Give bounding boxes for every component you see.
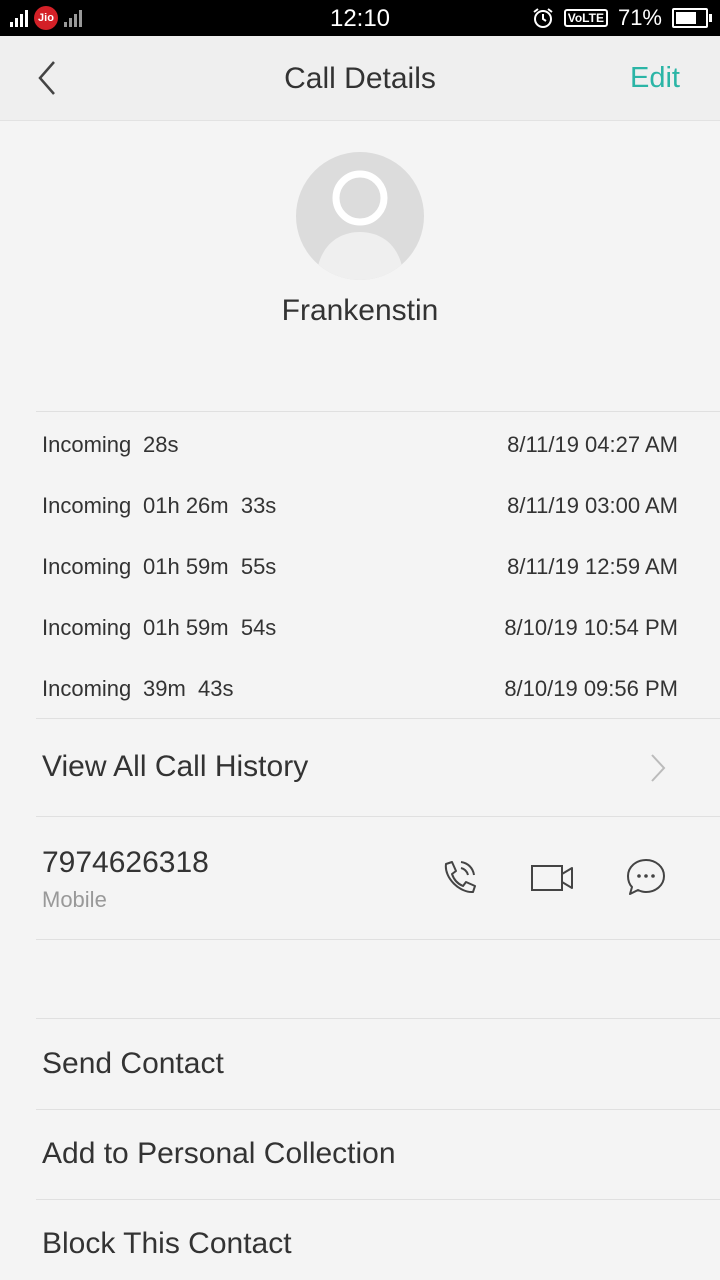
call-timestamp: 8/11/19 12:59 AM	[507, 554, 678, 579]
divider	[36, 1018, 720, 1019]
phone-number: 7974626318	[42, 846, 209, 879]
battery-icon	[672, 8, 712, 28]
send-contact-button[interactable]: Send Contact	[42, 1047, 224, 1081]
call-type: Incoming	[42, 432, 132, 457]
call-log-row: Incoming 01h 26m 33s 8/11/19 03:00 AM	[42, 485, 678, 525]
call-duration: 39m 43s	[143, 676, 234, 701]
call-timestamp: 8/10/19 10:54 PM	[504, 615, 678, 640]
phone-call-icon[interactable]	[436, 856, 480, 900]
call-type: Incoming	[42, 493, 132, 518]
avatar	[296, 152, 424, 280]
divider	[36, 816, 720, 817]
video-call-icon[interactable]	[530, 856, 574, 900]
phone-type-label: Mobile	[42, 887, 107, 912]
page-title: Call Details	[284, 62, 436, 95]
app-header: Call Details Edit	[0, 36, 720, 121]
call-duration: 28s	[143, 432, 179, 457]
chevron-right-icon	[651, 754, 666, 782]
divider	[36, 939, 720, 940]
call-duration: 01h 59m 54s	[143, 615, 277, 640]
call-timestamp: 8/10/19 09:56 PM	[504, 676, 678, 701]
call-duration: 01h 59m 55s	[143, 554, 277, 579]
call-timestamp: 8/11/19 03:00 AM	[507, 493, 678, 518]
view-all-call-history[interactable]: View All Call History	[42, 750, 308, 784]
call-timestamp: 8/11/19 04:27 AM	[507, 432, 678, 457]
battery-fill	[676, 12, 696, 24]
call-log-row: Incoming 01h 59m 55s 8/11/19 12:59 AM	[42, 546, 678, 586]
call-type: Incoming	[42, 554, 132, 579]
divider	[36, 718, 720, 719]
divider	[36, 1109, 720, 1110]
status-right: VoLTE 71%	[532, 5, 712, 31]
status-bar: Jio 12:10 VoLTE 71%	[0, 0, 720, 36]
block-contact-button[interactable]: Block This Contact	[42, 1227, 292, 1261]
call-log-row: Incoming 01h 59m 54s 8/10/19 10:54 PM	[42, 607, 678, 647]
alarm-icon	[533, 8, 553, 28]
divider	[36, 1199, 720, 1200]
person-icon	[316, 170, 404, 280]
contact-name: Frankenstin	[281, 294, 439, 327]
call-type: Incoming	[42, 615, 132, 640]
message-icon[interactable]	[624, 856, 668, 900]
volte-icon: VoLTE	[563, 9, 608, 27]
edit-button[interactable]: Edit	[630, 62, 680, 95]
add-to-personal-collection-button[interactable]: Add to Personal Collection	[42, 1137, 396, 1171]
call-type: Incoming	[42, 676, 132, 701]
call-duration: 01h 26m 33s	[143, 493, 277, 518]
call-log-row: Incoming 28s 8/11/19 04:27 AM	[42, 424, 678, 464]
divider	[36, 411, 720, 412]
call-log-row: Incoming 39m 43s 8/10/19 09:56 PM	[42, 668, 678, 708]
battery-percent: 71%	[617, 5, 662, 30]
